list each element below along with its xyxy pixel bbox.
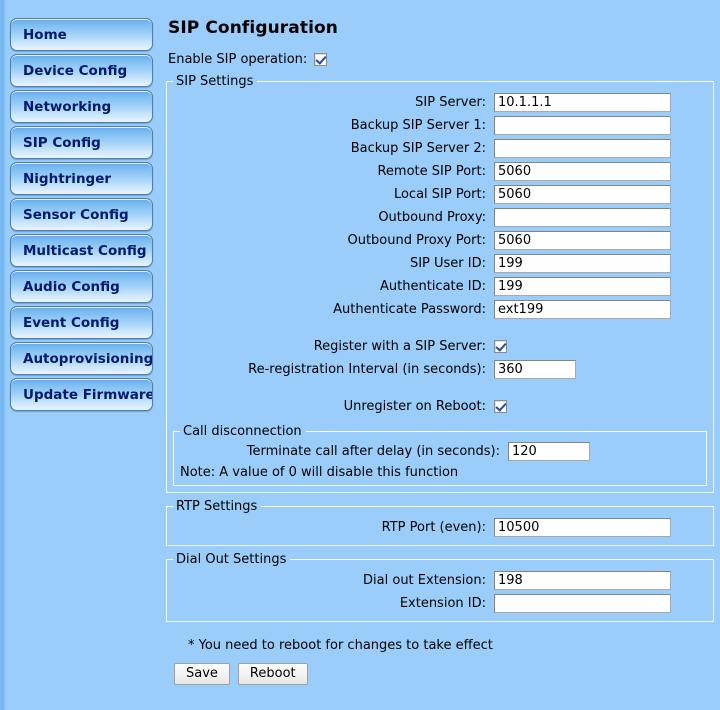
sidebar-item-home[interactable]: Home bbox=[10, 18, 153, 51]
page-root: Home Device Config Networking SIP Config… bbox=[0, 0, 720, 710]
field-row-reregistration-interval: Re-registration Interval (in seconds): bbox=[171, 358, 709, 381]
field-row-extension-id: Extension ID: bbox=[171, 592, 709, 615]
sidebar-item-device-config[interactable]: Device Config bbox=[10, 54, 153, 87]
input-rtp-port[interactable] bbox=[494, 518, 671, 537]
save-button[interactable]: Save bbox=[174, 663, 230, 685]
label-remote-sip-port: Remote SIP Port: bbox=[377, 164, 486, 179]
input-sip-server[interactable] bbox=[494, 93, 671, 112]
reboot-footnote: * You need to reboot for changes to take… bbox=[188, 638, 493, 653]
field-row-rtp-port: RTP Port (even): bbox=[171, 516, 709, 539]
enable-sip-row: Enable SIP operation: bbox=[168, 52, 718, 67]
input-sip-user-id[interactable] bbox=[494, 254, 671, 273]
input-outbound-proxy[interactable] bbox=[494, 208, 671, 227]
label-outbound-proxy-port: Outbound Proxy Port: bbox=[347, 233, 486, 248]
form-button-row: Save Reboot bbox=[174, 663, 718, 685]
field-row-register-with-sip-server: Register with a SIP Server: bbox=[171, 335, 709, 358]
field-row-authenticate-id: Authenticate ID: bbox=[171, 275, 709, 298]
sidebar-item-event-config[interactable]: Event Config bbox=[10, 306, 153, 339]
label-dial-out-extension: Dial out Extension: bbox=[363, 573, 486, 588]
page-title: SIP Configuration bbox=[168, 18, 338, 38]
label-terminate-call-delay: Terminate call after delay (in seconds): bbox=[246, 444, 500, 459]
reboot-button[interactable]: Reboot bbox=[237, 663, 308, 685]
label-outbound-proxy: Outbound Proxy: bbox=[378, 210, 486, 225]
field-row-local-sip-port: Local SIP Port: bbox=[171, 183, 709, 206]
call-disconnection-fieldset: Call disconnection Terminate call after … bbox=[173, 424, 707, 486]
input-reregistration-interval[interactable] bbox=[494, 360, 576, 379]
sidebar-item-autoprovisioning[interactable]: Autoprovisioning bbox=[10, 342, 153, 375]
sidebar-item-sip-config[interactable]: SIP Config bbox=[10, 126, 153, 159]
enable-sip-label: Enable SIP operation: bbox=[168, 52, 308, 67]
label-extension-id: Extension ID: bbox=[399, 596, 486, 611]
sidebar-item-multicast-config[interactable]: Multicast Config bbox=[10, 234, 153, 267]
field-row-remote-sip-port: Remote SIP Port: bbox=[171, 160, 709, 183]
input-backup-sip-server-2[interactable] bbox=[494, 139, 671, 158]
label-authenticate-id: Authenticate ID: bbox=[380, 279, 486, 294]
sidebar-navigation: Home Device Config Networking SIP Config… bbox=[0, 0, 160, 710]
label-authenticate-password: Authenticate Password: bbox=[333, 302, 486, 317]
field-row-unregister-on-reboot: Unregister on Reboot: bbox=[171, 395, 709, 418]
sidebar-item-networking[interactable]: Networking bbox=[10, 90, 153, 123]
sip-settings-legend: SIP Settings bbox=[176, 74, 254, 89]
label-backup-sip-server-2: Backup SIP Server 2: bbox=[350, 141, 486, 156]
input-backup-sip-server-1[interactable] bbox=[494, 116, 671, 135]
label-local-sip-port: Local SIP Port: bbox=[393, 187, 486, 202]
checkbox-register-with-sip-server[interactable] bbox=[494, 340, 507, 353]
rtp-settings-legend: RTP Settings bbox=[176, 499, 258, 514]
call-disconnection-note: Note: A value of 0 will disable this fun… bbox=[180, 465, 459, 480]
input-dial-out-extension[interactable] bbox=[494, 571, 671, 590]
field-row-terminate-call-delay: Terminate call after delay (in seconds): bbox=[178, 440, 702, 463]
field-row-backup-sip-server-1: Backup SIP Server 1: bbox=[171, 114, 709, 137]
sidebar-item-nightringer[interactable]: Nightringer bbox=[10, 162, 153, 195]
checkbox-unregister-on-reboot[interactable] bbox=[494, 400, 507, 413]
field-row-dial-out-extension: Dial out Extension: bbox=[171, 569, 709, 592]
field-row-sip-user-id: SIP User ID: bbox=[171, 252, 709, 275]
sidebar-item-audio-config[interactable]: Audio Config bbox=[10, 270, 153, 303]
label-sip-user-id: SIP User ID: bbox=[409, 256, 486, 271]
label-backup-sip-server-1: Backup SIP Server 1: bbox=[350, 118, 486, 133]
input-authenticate-password[interactable] bbox=[494, 300, 671, 319]
label-rtp-port: RTP Port (even): bbox=[381, 520, 486, 535]
sip-settings-fieldset: SIP Settings SIP Server: Backup SIP Serv… bbox=[166, 74, 714, 493]
field-row-outbound-proxy: Outbound Proxy: bbox=[171, 206, 709, 229]
enable-sip-checkbox[interactable] bbox=[314, 53, 328, 66]
sidebar-item-sensor-config[interactable]: Sensor Config bbox=[10, 198, 153, 231]
label-register-with-sip-server: Register with a SIP Server: bbox=[313, 339, 486, 354]
field-row-backup-sip-server-2: Backup SIP Server 2: bbox=[171, 137, 709, 160]
label-unregister-on-reboot: Unregister on Reboot: bbox=[343, 399, 486, 414]
dial-out-settings-fieldset: Dial Out Settings Dial out Extension: Ex… bbox=[166, 552, 714, 622]
call-disconnection-legend: Call disconnection bbox=[183, 424, 302, 439]
main-content: SIP Configuration Enable SIP operation: … bbox=[160, 0, 720, 710]
input-remote-sip-port[interactable] bbox=[494, 162, 671, 181]
field-row-authenticate-password: Authenticate Password: bbox=[171, 298, 709, 321]
rtp-settings-fieldset: RTP Settings RTP Port (even): bbox=[166, 499, 714, 546]
label-reregistration-interval: Re-registration Interval (in seconds): bbox=[248, 362, 486, 377]
field-row-sip-server: SIP Server: bbox=[171, 91, 709, 114]
sidebar-item-update-firmware[interactable]: Update Firmware bbox=[10, 378, 153, 411]
input-authenticate-id[interactable] bbox=[494, 277, 671, 296]
input-terminate-call-delay[interactable] bbox=[508, 442, 590, 461]
label-sip-server: SIP Server: bbox=[415, 95, 486, 110]
input-outbound-proxy-port[interactable] bbox=[494, 231, 671, 250]
field-row-outbound-proxy-port: Outbound Proxy Port: bbox=[171, 229, 709, 252]
dial-out-settings-legend: Dial Out Settings bbox=[176, 552, 287, 567]
input-local-sip-port[interactable] bbox=[494, 185, 671, 204]
input-extension-id[interactable] bbox=[494, 594, 671, 613]
